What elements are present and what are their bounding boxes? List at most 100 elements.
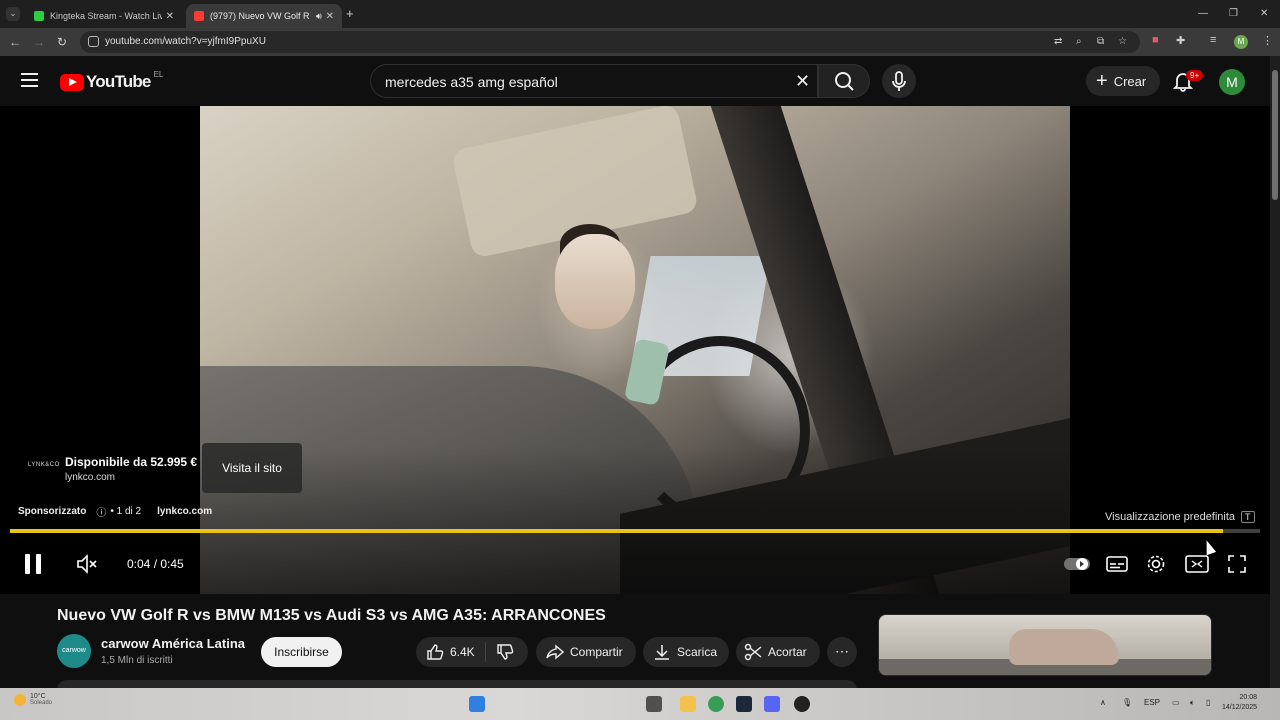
taskbar-clock[interactable]: 20:08 14/12/2025 bbox=[1222, 693, 1257, 713]
share-arrow-icon bbox=[546, 644, 564, 660]
notifications-badge: 9+ bbox=[1186, 70, 1204, 81]
extension-icon[interactable]: ■ bbox=[1152, 34, 1159, 46]
youtube-logo[interactable]: YouTube EL bbox=[60, 69, 164, 92]
audio-playing-icon[interactable]: 🔊︎ bbox=[316, 11, 322, 22]
translate-icon[interactable]: ⇄ bbox=[1054, 36, 1062, 47]
ad-card[interactable]: LYNK&CO Disponibile da 52.995 € lynkco.c… bbox=[18, 444, 198, 492]
pause-icon[interactable] bbox=[22, 551, 44, 577]
thumbs-up-icon[interactable] bbox=[426, 643, 444, 661]
youtube-play-logo-icon bbox=[60, 73, 84, 91]
network-icon[interactable]: ▭ bbox=[1172, 698, 1180, 707]
ad-title[interactable]: Disponibile da 52.995 € bbox=[65, 455, 197, 469]
clear-search-icon[interactable]: ✕ bbox=[795, 71, 810, 92]
country-code: EL bbox=[153, 69, 164, 79]
ad-domain[interactable]: lynkco.com bbox=[65, 472, 115, 483]
fullscreen-icon[interactable] bbox=[1226, 551, 1248, 577]
browser-menu-icon[interactable]: ⋮ bbox=[1262, 34, 1273, 47]
tray-chevron-icon[interactable]: ∧ bbox=[1100, 698, 1106, 707]
weather-widget[interactable]: 10°C Soleado bbox=[14, 693, 52, 706]
search-query-text[interactable]: mercedes a35 amg español bbox=[385, 74, 558, 90]
progress-fill bbox=[10, 529, 1223, 533]
browser-profile-avatar[interactable]: M bbox=[1234, 35, 1248, 49]
steam-icon[interactable] bbox=[736, 696, 752, 712]
file-explorer-icon[interactable] bbox=[680, 696, 696, 712]
clip-button[interactable]: Acortar bbox=[736, 637, 820, 667]
video-info: Nuevo VW Golf R vs BMW M135 vs Audi S3 v… bbox=[0, 594, 1270, 700]
microphone-tray-icon[interactable]: 🎙︎ bbox=[1122, 698, 1132, 707]
app-icon[interactable] bbox=[794, 696, 810, 712]
site-info-icon[interactable] bbox=[88, 36, 99, 47]
task-view-icon[interactable] bbox=[646, 696, 662, 712]
like-count[interactable]: 6.4K bbox=[450, 645, 475, 659]
youtube-wordmark: YouTube bbox=[86, 72, 151, 91]
back-arrow-icon[interactable]: ← bbox=[9, 35, 21, 49]
extensions-puzzle-icon[interactable]: ✚ bbox=[1176, 34, 1185, 47]
discord-icon[interactable] bbox=[764, 696, 780, 712]
tab-title: Kingteka Stream - Watch Live o bbox=[50, 11, 162, 21]
thumbs-down-icon[interactable] bbox=[496, 643, 514, 661]
address-bar[interactable]: youtube.com/watch?v=yjfmI9PpuXU ⇄ ⌕ ⧉ ☆ bbox=[80, 31, 1140, 53]
temperature: 10°C bbox=[30, 693, 46, 700]
default-view-label[interactable]: Visualizzazione predefinita T bbox=[1105, 511, 1255, 523]
sun-weather-icon bbox=[14, 693, 26, 706]
create-button[interactable]: + Crear bbox=[1086, 66, 1160, 96]
autoplay-toggle-icon[interactable] bbox=[1063, 551, 1091, 577]
ad-position: • 1 di 2 bbox=[110, 506, 142, 517]
minimize-icon[interactable]: — bbox=[1198, 8, 1208, 19]
advertiser-logo: LYNK&CO bbox=[28, 462, 60, 468]
download-button[interactable]: Scarica bbox=[643, 637, 729, 667]
install-app-icon[interactable]: ⧉ bbox=[1097, 36, 1104, 47]
search-input[interactable]: mercedes a35 amg español ✕ bbox=[370, 64, 818, 98]
search-icon bbox=[835, 72, 854, 91]
scissors-icon bbox=[744, 643, 762, 661]
muted-volume-icon[interactable] bbox=[76, 551, 98, 577]
download-icon bbox=[655, 645, 669, 660]
ad-domain-link[interactable]: lynkco.com bbox=[157, 506, 212, 517]
tab-title: (9797) Nuevo VW Golf R vs bbox=[210, 11, 312, 21]
reading-list-icon[interactable]: ≡ bbox=[1210, 34, 1216, 46]
ad-info-icon[interactable]: ⓘ bbox=[96, 504, 106, 519]
zoom-icon[interactable]: ⌕ bbox=[1076, 36, 1082, 47]
scrollbar-thumb[interactable] bbox=[1272, 70, 1278, 200]
plus-icon: + bbox=[1096, 70, 1108, 92]
video-player[interactable]: LYNK&CO Disponibile da 52.995 € lynkco.c… bbox=[0, 106, 1270, 594]
visit-site-button[interactable]: Visita il sito bbox=[202, 443, 302, 493]
progress-bar[interactable] bbox=[10, 529, 1260, 533]
video-frame[interactable] bbox=[200, 106, 1070, 594]
channel-avatar[interactable]: carwow bbox=[57, 634, 91, 668]
share-button[interactable]: Compartir bbox=[536, 637, 636, 667]
chrome-icon[interactable] bbox=[708, 696, 724, 712]
browser-tab-youtube[interactable]: (9797) Nuevo VW Golf R vs 🔊︎ ✕ bbox=[186, 4, 342, 28]
battery-icon[interactable]: ▯ bbox=[1206, 698, 1210, 707]
url-text[interactable]: youtube.com/watch?v=yjfmI9PpuXU bbox=[105, 36, 266, 47]
menu-hamburger-icon[interactable] bbox=[21, 73, 38, 91]
share-label: Compartir bbox=[570, 645, 623, 659]
settings-gear-icon[interactable] bbox=[1145, 551, 1167, 577]
shortcut-key: T bbox=[1241, 511, 1255, 523]
windows-start-icon[interactable] bbox=[469, 696, 485, 712]
new-tab-button[interactable]: + bbox=[346, 7, 354, 20]
bookmark-star-icon[interactable]: ☆ bbox=[1118, 36, 1127, 47]
tab-list-button[interactable]: ⌄ bbox=[6, 7, 20, 21]
forward-arrow-icon[interactable]: → bbox=[33, 35, 45, 49]
voice-search-button[interactable] bbox=[882, 64, 916, 98]
weather-description: Soleado bbox=[30, 700, 53, 706]
like-dislike-group: 6.4K bbox=[416, 637, 528, 667]
subscribe-button[interactable]: Inscribirse bbox=[261, 637, 342, 667]
browser-tab-kingteka[interactable]: Kingteka Stream - Watch Live o ✕ bbox=[26, 4, 182, 28]
search-button[interactable] bbox=[818, 64, 870, 98]
download-label: Scarica bbox=[677, 645, 718, 659]
language-indicator[interactable]: ESP bbox=[1144, 698, 1160, 707]
subtitles-icon[interactable] bbox=[1106, 551, 1128, 577]
volume-tray-icon[interactable]: 🔈︎ bbox=[1190, 698, 1195, 708]
restore-icon[interactable]: ❐ bbox=[1229, 8, 1238, 19]
close-tab-icon[interactable]: ✕ bbox=[166, 11, 174, 22]
theater-mode-icon[interactable] bbox=[1185, 551, 1209, 577]
close-window-icon[interactable]: ✕ bbox=[1260, 8, 1268, 19]
account-avatar[interactable]: M bbox=[1219, 69, 1245, 95]
close-tab-icon[interactable]: ✕ bbox=[326, 11, 334, 22]
reload-icon[interactable]: ↻ bbox=[57, 35, 67, 49]
more-actions-icon[interactable]: ⋯ bbox=[827, 637, 857, 667]
sidebar-ad-thumbnail[interactable] bbox=[878, 614, 1212, 676]
channel-name[interactable]: carwow América Latina bbox=[101, 636, 245, 651]
